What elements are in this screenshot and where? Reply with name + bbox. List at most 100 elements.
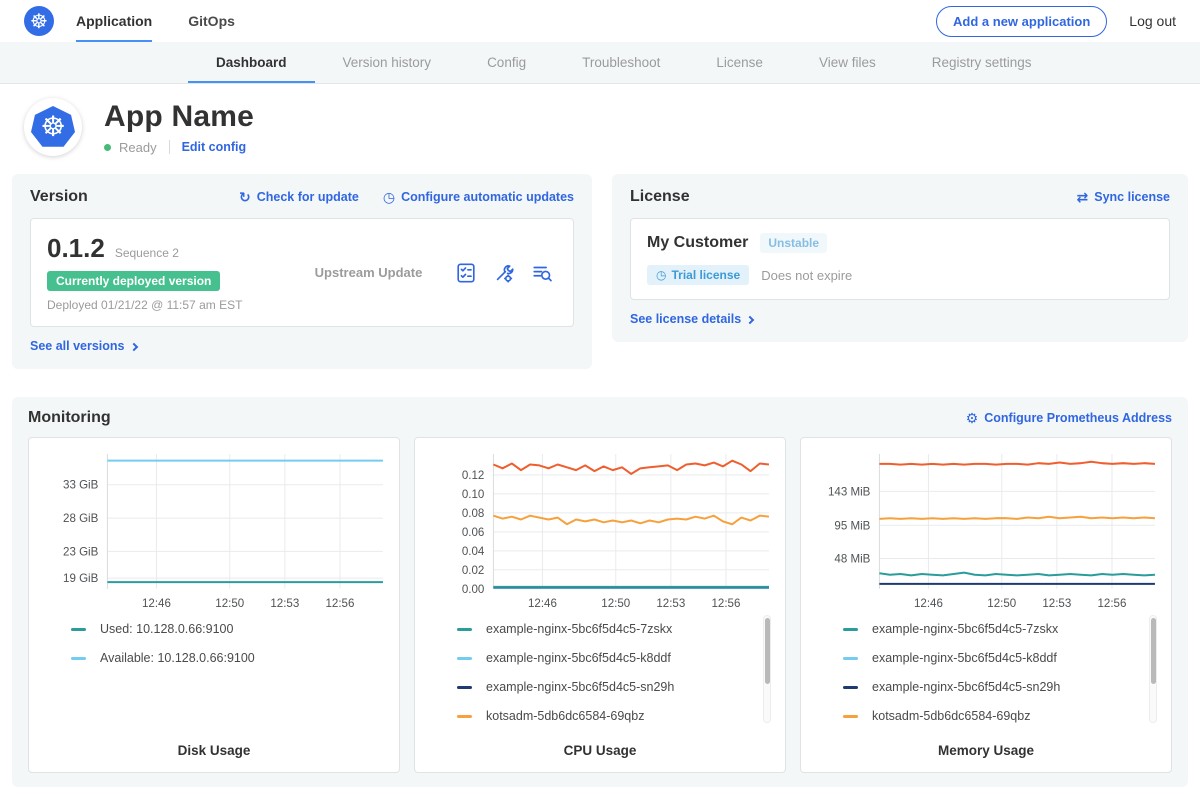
version-card-header: Version ↻ Check for update ◷ Configure a… xyxy=(30,188,574,206)
k8s-wheel-glyph: ☸ xyxy=(30,9,48,34)
legend-swatch-icon xyxy=(457,657,472,660)
legend-swatch-icon xyxy=(457,715,472,718)
legend-item[interactable]: example-nginx-5bc6f5d4c5-7zskx xyxy=(843,615,1139,644)
svg-text:48 MiB: 48 MiB xyxy=(834,553,870,565)
legend-item[interactable]: example-nginx-5bc6f5d4c5-sn29h xyxy=(843,673,1139,702)
chevron-right-icon xyxy=(129,342,137,350)
configure-automatic-updates-label: Configure automatic updates xyxy=(401,190,574,204)
app-sub-nav: Dashboard Version history Config Trouble… xyxy=(0,42,1200,84)
version-action-icons xyxy=(455,262,557,284)
subnav-dashboard[interactable]: Dashboard xyxy=(188,42,315,83)
ready-status-dot-icon xyxy=(104,144,111,151)
app-title-block: App Name Ready Edit config xyxy=(104,100,254,155)
chevron-right-icon xyxy=(746,315,754,323)
channel-badge: Unstable xyxy=(760,233,827,253)
license-expiry: Does not expire xyxy=(761,268,852,283)
configure-prometheus-link[interactable]: ⚙ Configure Prometheus Address xyxy=(966,411,1172,425)
legend-item[interactable]: kotsadm-5db6dc6584-69qbz xyxy=(457,702,753,731)
app-status-row: Ready Edit config xyxy=(104,140,254,155)
legend-swatch-icon xyxy=(457,628,472,631)
subnav-troubleshoot[interactable]: Troubleshoot xyxy=(554,42,688,83)
preflight-checks-icon[interactable] xyxy=(455,262,477,284)
configure-automatic-updates-link[interactable]: ◷ Configure automatic updates xyxy=(383,190,574,204)
legend-swatch-icon xyxy=(71,628,86,631)
deploy-logs-icon[interactable] xyxy=(531,262,553,284)
legend-scroll-thumb[interactable] xyxy=(1151,618,1157,684)
cpu-usage-title: CPU Usage xyxy=(423,743,777,758)
tab-application[interactable]: Application xyxy=(76,0,152,42)
legend-scroll-thumb[interactable] xyxy=(765,618,771,684)
sync-license-link[interactable]: ⇄ Sync license xyxy=(1077,190,1170,204)
legend-item[interactable]: kotsadm-5db6dc6584-69qbz xyxy=(843,702,1139,731)
disk-usage-title: Disk Usage xyxy=(37,743,391,758)
svg-text:12:56: 12:56 xyxy=(1098,598,1127,610)
svg-text:0.00: 0.00 xyxy=(462,584,484,596)
app-avatar: ☸ xyxy=(24,98,82,156)
add-new-application-button[interactable]: Add a new application xyxy=(936,6,1107,37)
cards-row: Version ↻ Check for update ◷ Configure a… xyxy=(0,172,1200,369)
legend-scrollbar[interactable] xyxy=(763,615,771,723)
refresh-icon: ↻ xyxy=(239,190,251,204)
legend-label: example-nginx-5bc6f5d4c5-k8ddf xyxy=(872,651,1057,665)
deployed-timestamp: Deployed 01/21/22 @ 11:57 am EST xyxy=(47,298,282,312)
subnav-config[interactable]: Config xyxy=(459,42,554,83)
svg-text:143 MiB: 143 MiB xyxy=(828,486,871,498)
subnav-view-files[interactable]: View files xyxy=(791,42,904,83)
svg-text:0.04: 0.04 xyxy=(462,546,485,558)
legend-item[interactable]: example-nginx-5bc6f5d4c5-7zskx xyxy=(457,615,753,644)
cpu-usage-plot: 0.120.100.080.060.040.020.0012:4612:5012… xyxy=(423,448,777,613)
check-for-update-link[interactable]: ↻ Check for update xyxy=(239,190,359,204)
svg-text:0.08: 0.08 xyxy=(462,508,484,520)
legend-label: example-nginx-5bc6f5d4c5-sn29h xyxy=(486,680,674,694)
version-info: 0.1.2 Sequence 2 Currently deployed vers… xyxy=(47,233,282,312)
license-card-header: License ⇄ Sync license xyxy=(630,188,1170,206)
legend-item[interactable]: example-nginx-5bc6f5d4c5-sn29h xyxy=(457,673,753,702)
svg-text:12:46: 12:46 xyxy=(142,598,171,610)
check-for-update-label: Check for update xyxy=(257,190,359,204)
subnav-registry-settings[interactable]: Registry settings xyxy=(904,42,1060,83)
svg-text:95 MiB: 95 MiB xyxy=(834,520,870,532)
legend-scrollbar[interactable] xyxy=(1149,615,1157,723)
memory-usage-chart-card: 143 MiB95 MiB48 MiB12:4612:5012:5312:56 … xyxy=(800,437,1172,773)
current-version-row: 0.1.2 Sequence 2 Currently deployed vers… xyxy=(30,218,574,327)
legend-label: kotsadm-5db6dc6584-69qbz xyxy=(486,709,644,723)
kubernetes-logo-icon[interactable]: ☸ xyxy=(24,6,54,36)
logout-button[interactable]: Log out xyxy=(1129,13,1176,29)
legend-label: example-nginx-5bc6f5d4c5-7zskx xyxy=(872,622,1058,636)
disk-usage-chart-card: 33 GiB28 GiB23 GiB19 GiB12:4612:5012:531… xyxy=(28,437,400,773)
legend-item[interactable]: Available: 10.128.0.66:9100 xyxy=(71,644,367,673)
legend-label: example-nginx-5bc6f5d4c5-7zskx xyxy=(486,622,672,636)
see-all-versions-link[interactable]: See all versions xyxy=(30,339,574,353)
subnav-license[interactable]: License xyxy=(688,42,791,83)
disk-usage-plot: 33 GiB28 GiB23 GiB19 GiB12:4612:5012:531… xyxy=(37,448,391,613)
monitoring-title: Monitoring xyxy=(28,409,111,427)
svg-text:12:46: 12:46 xyxy=(914,598,943,610)
subnav-version-history[interactable]: Version history xyxy=(315,42,460,83)
divider xyxy=(169,140,170,154)
legend-label: Used: 10.128.0.66:9100 xyxy=(100,622,233,636)
version-card: Version ↻ Check for update ◷ Configure a… xyxy=(12,174,592,369)
config-wrench-icon[interactable] xyxy=(493,262,515,284)
version-source: Upstream Update xyxy=(282,265,455,280)
svg-text:33 GiB: 33 GiB xyxy=(63,480,99,492)
version-number: 0.1.2 xyxy=(47,233,105,264)
legend-label: kotsadm-5db6dc6584-69qbz xyxy=(872,709,1030,723)
page-title: App Name xyxy=(104,100,254,134)
version-sequence: Sequence 2 xyxy=(115,246,179,260)
tab-gitops[interactable]: GitOps xyxy=(188,0,235,42)
svg-text:12:46: 12:46 xyxy=(528,598,557,610)
svg-text:0.06: 0.06 xyxy=(462,527,484,539)
svg-text:0.12: 0.12 xyxy=(462,470,484,482)
top-nav: ☸ Application GitOps Add a new applicati… xyxy=(0,0,1200,42)
legend-item[interactable]: example-nginx-5bc6f5d4c5-k8ddf xyxy=(457,644,753,673)
svg-text:28 GiB: 28 GiB xyxy=(63,513,99,525)
legend-item[interactable]: example-nginx-5bc6f5d4c5-k8ddf xyxy=(843,644,1139,673)
legend-item[interactable]: Used: 10.128.0.66:9100 xyxy=(71,615,367,644)
svg-text:23 GiB: 23 GiB xyxy=(63,546,99,558)
see-license-details-label: See license details xyxy=(630,312,741,326)
svg-text:12:50: 12:50 xyxy=(987,598,1016,610)
svg-text:12:53: 12:53 xyxy=(1042,598,1071,610)
edit-config-link[interactable]: Edit config xyxy=(182,140,247,154)
see-license-details-link[interactable]: See license details xyxy=(630,312,1170,326)
version-card-links: ↻ Check for update ◷ Configure automatic… xyxy=(239,190,574,204)
